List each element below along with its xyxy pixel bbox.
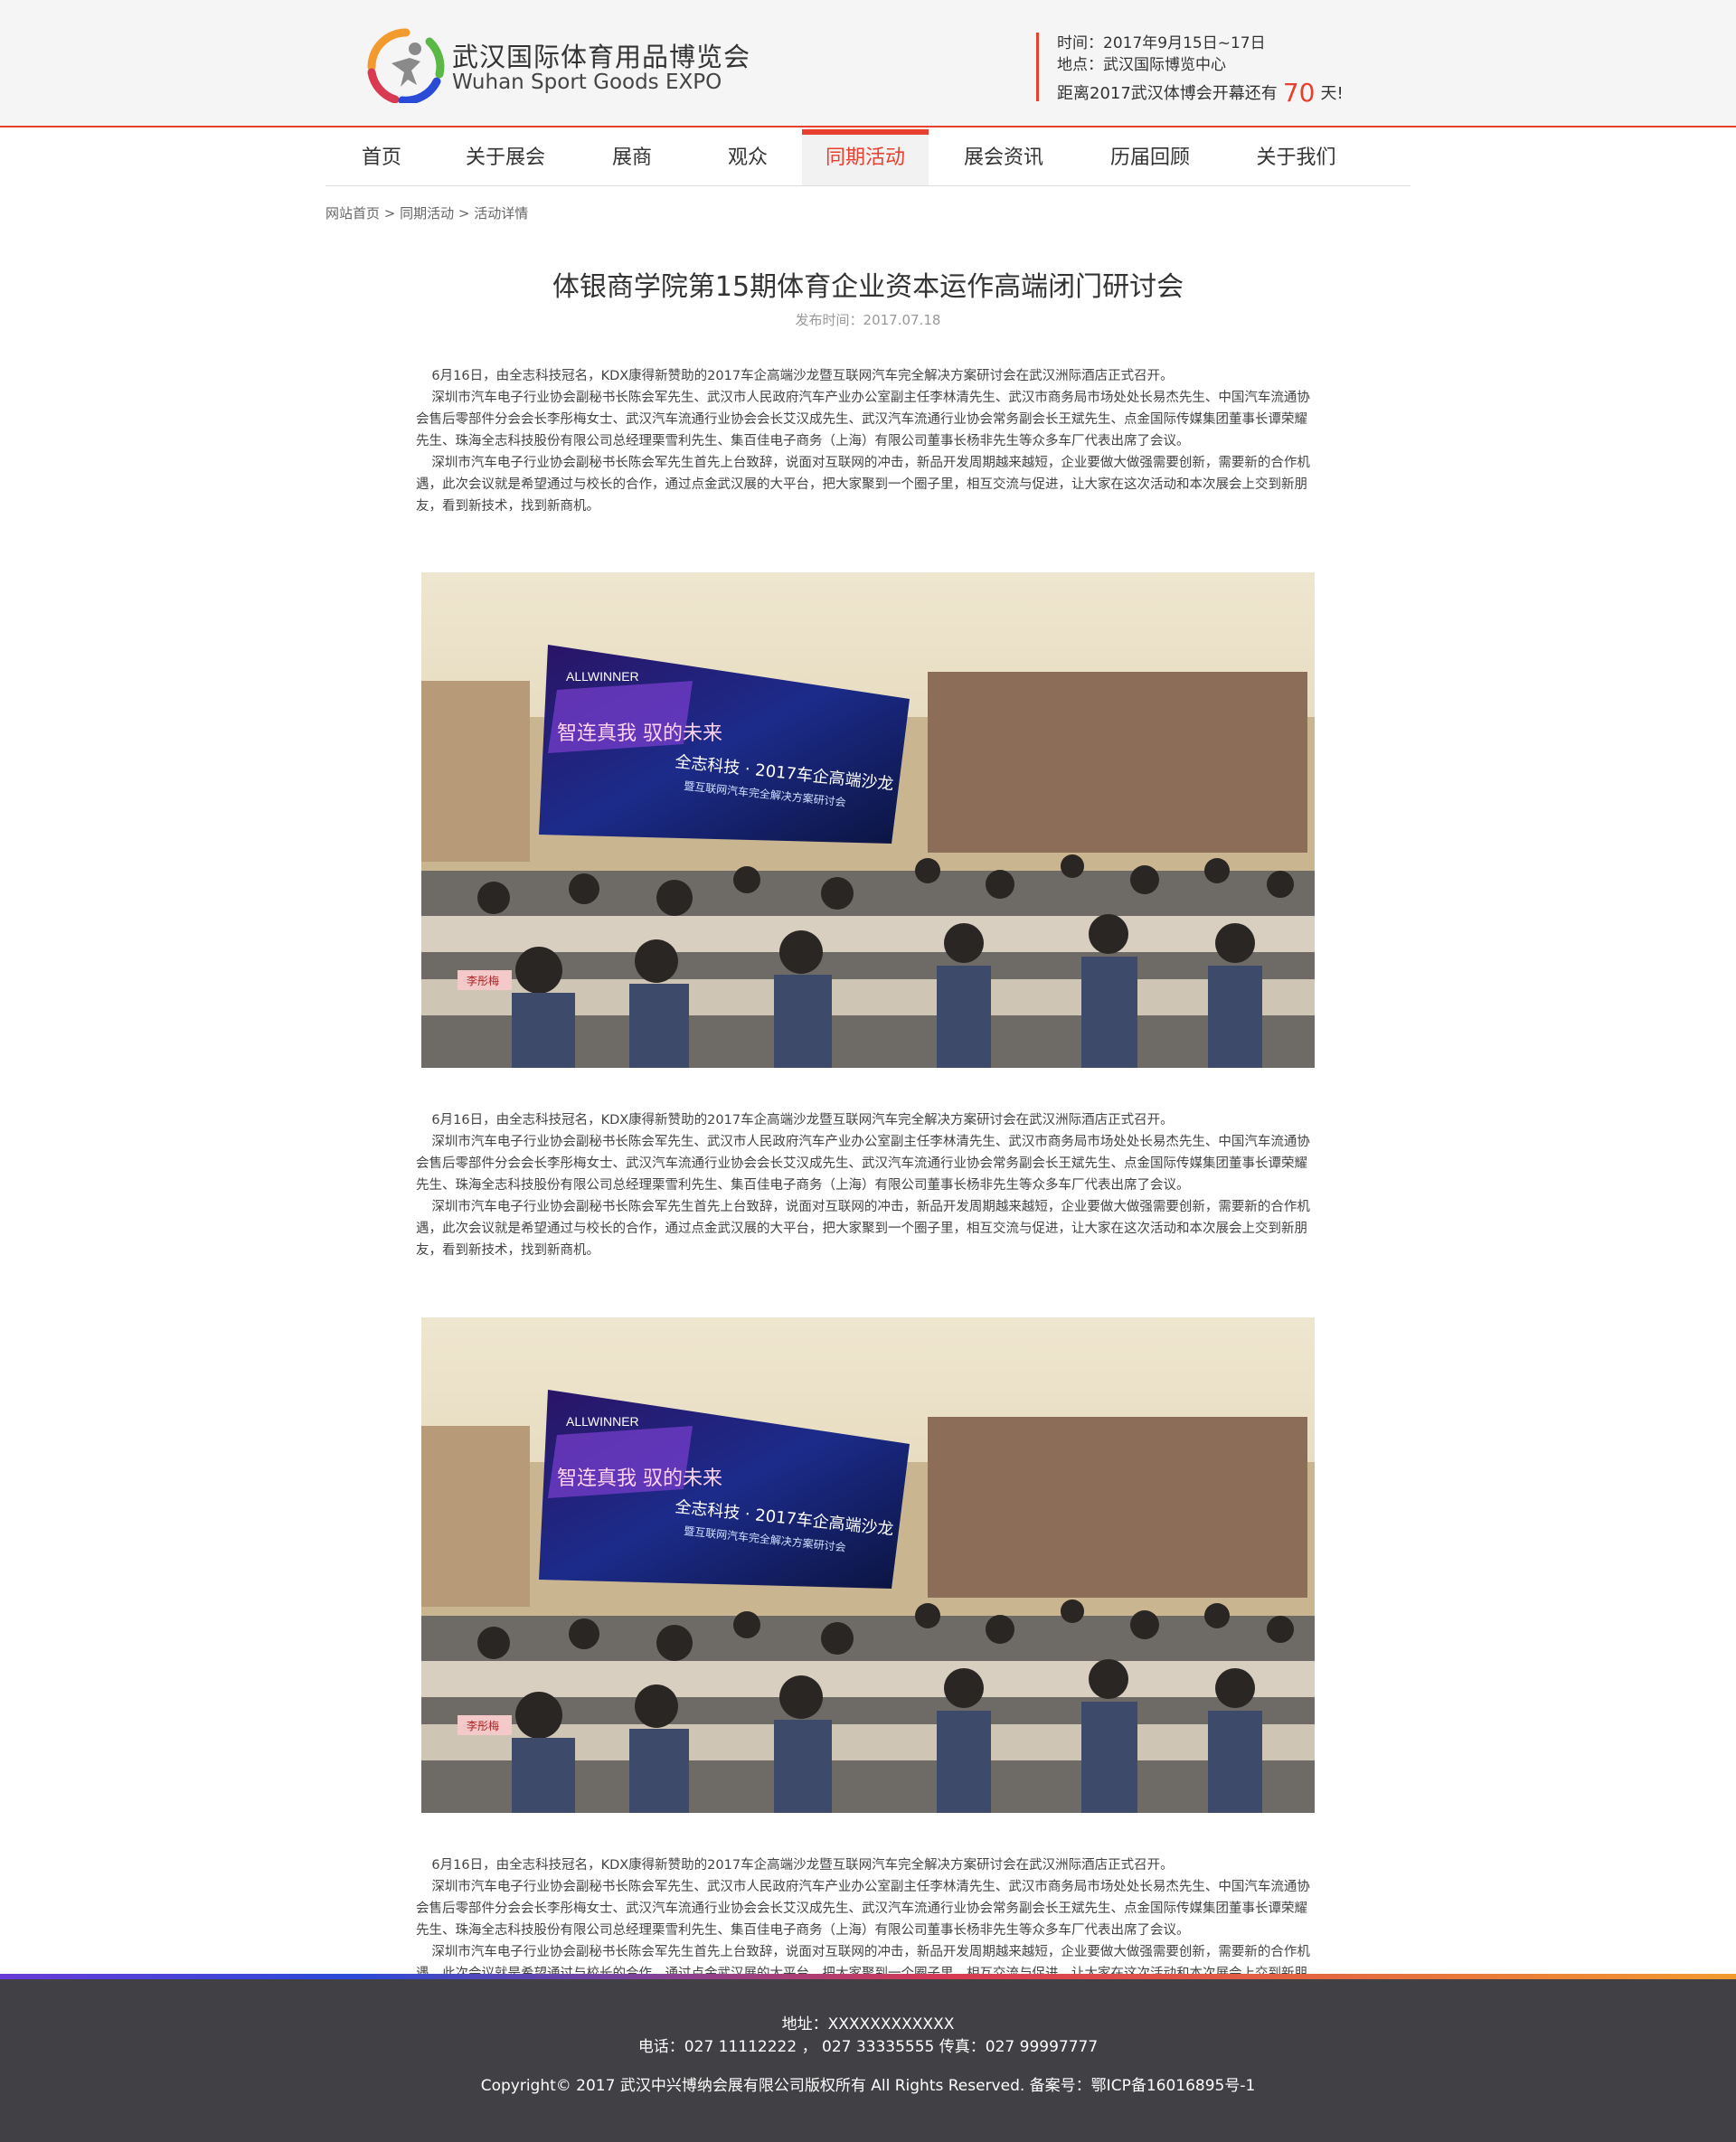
article-paragraph: 深圳市汽车电子行业协会副秘书长陈会军先生、武汉市人民政府汽车产业办公室副主任李林… xyxy=(416,391,1310,448)
breadcrumb-section[interactable]: 同期活动 xyxy=(400,205,454,222)
expo-info: 时间：2017年9月15日~17日 地点：武汉国际博览中心 距离2017武汉体博… xyxy=(1036,33,1344,108)
nav-item-news[interactable]: 展会资讯 xyxy=(929,129,1079,185)
breadcrumb-home[interactable]: 网站首页 xyxy=(326,205,380,222)
article-text-block: 6月16日，由全志科技冠名，KDX康得新赞助的2017车企高端沙龙暨互联网汽车完… xyxy=(416,1109,1320,1261)
screen-left-text: 智连真我 驭的未来 xyxy=(557,1467,722,1490)
nav-item-home[interactable]: 首页 xyxy=(326,129,438,185)
footer-copyright: Copyright© 2017 武汉中兴博纳会展有限公司版权所有 All Rig… xyxy=(480,2077,1256,2095)
countdown-days: 70 xyxy=(1282,78,1316,108)
site-header: 武汉国际体育用品博览会 Wuhan Sport Goods EXPO 时间：20… xyxy=(0,0,1736,127)
footer-phone: 电话：027 11112222 ， 027 33335555 传真：027 99… xyxy=(637,2038,1099,2056)
countdown: 距离2017武汉体博会开幕还有 70 天! xyxy=(1057,78,1344,108)
site-footer xyxy=(0,1974,1736,2142)
article-paragraph: 深圳市汽车电子行业协会副秘书长陈会军先生首先上台致辞，说面对互联网的冲击，新品开… xyxy=(416,1200,1310,1258)
nav-item-exhibitors[interactable]: 展商 xyxy=(573,129,691,185)
main-nav: 首页 关于展会 展商 观众 同期活动 展会资讯 历届回顾 关于我们 xyxy=(326,129,1410,186)
footer-address: 地址：XXXXXXXXXXXX xyxy=(781,2015,955,2033)
nav-item-events[interactable]: 同期活动 xyxy=(802,129,929,185)
breadcrumb: 网站首页 > 同期活动 > 活动详情 xyxy=(326,203,528,222)
screen-logo: ALLWINNER xyxy=(566,669,639,684)
photo-nameplate: 李彤梅 xyxy=(467,974,499,987)
screen-left-text: 智连真我 驭的未来 xyxy=(557,722,722,745)
expo-time: 时间：2017年9月15日~17日 xyxy=(1057,34,1266,52)
nav-item-visitors[interactable]: 观众 xyxy=(691,129,805,185)
breadcrumb-separator: > xyxy=(454,205,475,222)
nav-item-about-us[interactable]: 关于我们 xyxy=(1222,129,1371,185)
article-paragraph: 6月16日，由全志科技冠名，KDX康得新赞助的2017车企高端沙龙暨互联网汽车完… xyxy=(431,1113,1174,1128)
photo-nameplate: 李彤梅 xyxy=(467,1719,499,1732)
breadcrumb-current: 活动详情 xyxy=(474,205,529,222)
event-photo: ALLWINNER 智连真我 驭的未来 全志科技 · 2017车企高端沙龙 暨互… xyxy=(421,1317,1315,1813)
article-paragraph: 深圳市汽车电子行业协会副秘书长陈会军先生首先上台致辞，说面对互联网的冲击，新品开… xyxy=(416,1945,1310,1974)
article-paragraph: 深圳市汽车电子行业协会副秘书长陈会军先生、武汉市人民政府汽车产业办公室副主任李林… xyxy=(416,1135,1310,1193)
article-paragraph: 6月16日，由全志科技冠名，KDX康得新赞助的2017车企高端沙龙暨互联网汽车完… xyxy=(431,369,1174,383)
article-paragraph: 深圳市汽车电子行业协会副秘书长陈会军先生、武汉市人民政府汽车产业办公室副主任李林… xyxy=(416,1880,1310,1938)
brand-name-en[interactable]: Wuhan Sport Goods EXPO xyxy=(452,71,722,94)
nav-item-history[interactable]: 历届回顾 xyxy=(1079,129,1222,185)
footer-color-bar xyxy=(0,1974,1736,1979)
article-paragraph: 6月16日，由全志科技冠名，KDX康得新赞助的2017车企高端沙龙暨互联网汽车完… xyxy=(431,1858,1174,1873)
article-text-block: 6月16日，由全志科技冠名，KDX康得新赞助的2017车企高端沙龙暨互联网汽车完… xyxy=(416,1854,1320,1974)
screen-logo: ALLWINNER xyxy=(566,1414,639,1429)
article-paragraph: 深圳市汽车电子行业协会副秘书长陈会军先生首先上台致辞，说面对互联网的冲击，新品开… xyxy=(416,456,1310,514)
expo-place: 地点：武汉国际博览中心 xyxy=(1057,56,1226,74)
brand-name-cn[interactable]: 武汉国际体育用品博览会 xyxy=(452,36,750,74)
expo-logo-icon[interactable] xyxy=(364,27,448,103)
event-photo-illustration: ALLWINNER 智连真我 驭的未来 全志科技 · 2017车企高端沙龙 暨互… xyxy=(421,572,1315,1068)
event-photo: ALLWINNER 智连真我 驭的未来 全志科技 · 2017车企高端沙龙 暨互… xyxy=(421,572,1315,1068)
nav-item-about-expo[interactable]: 关于展会 xyxy=(438,129,573,185)
article-title: 体银商学院第15期体育企业资本运作高端闭门研讨会 xyxy=(552,271,1184,303)
article-text-block: 6月16日，由全志科技冠名，KDX康得新赞助的2017车企高端沙龙暨互联网汽车完… xyxy=(416,365,1320,517)
countdown-suffix: 天! xyxy=(1320,84,1344,103)
event-photo-illustration: ALLWINNER 智连真我 驭的未来 全志科技 · 2017车企高端沙龙 暨互… xyxy=(421,1317,1315,1813)
countdown-prefix: 距离2017武汉体博会开幕还有 xyxy=(1057,84,1278,103)
article-date: 发布时间：2017.07.18 xyxy=(795,312,941,328)
breadcrumb-separator: > xyxy=(380,205,401,222)
